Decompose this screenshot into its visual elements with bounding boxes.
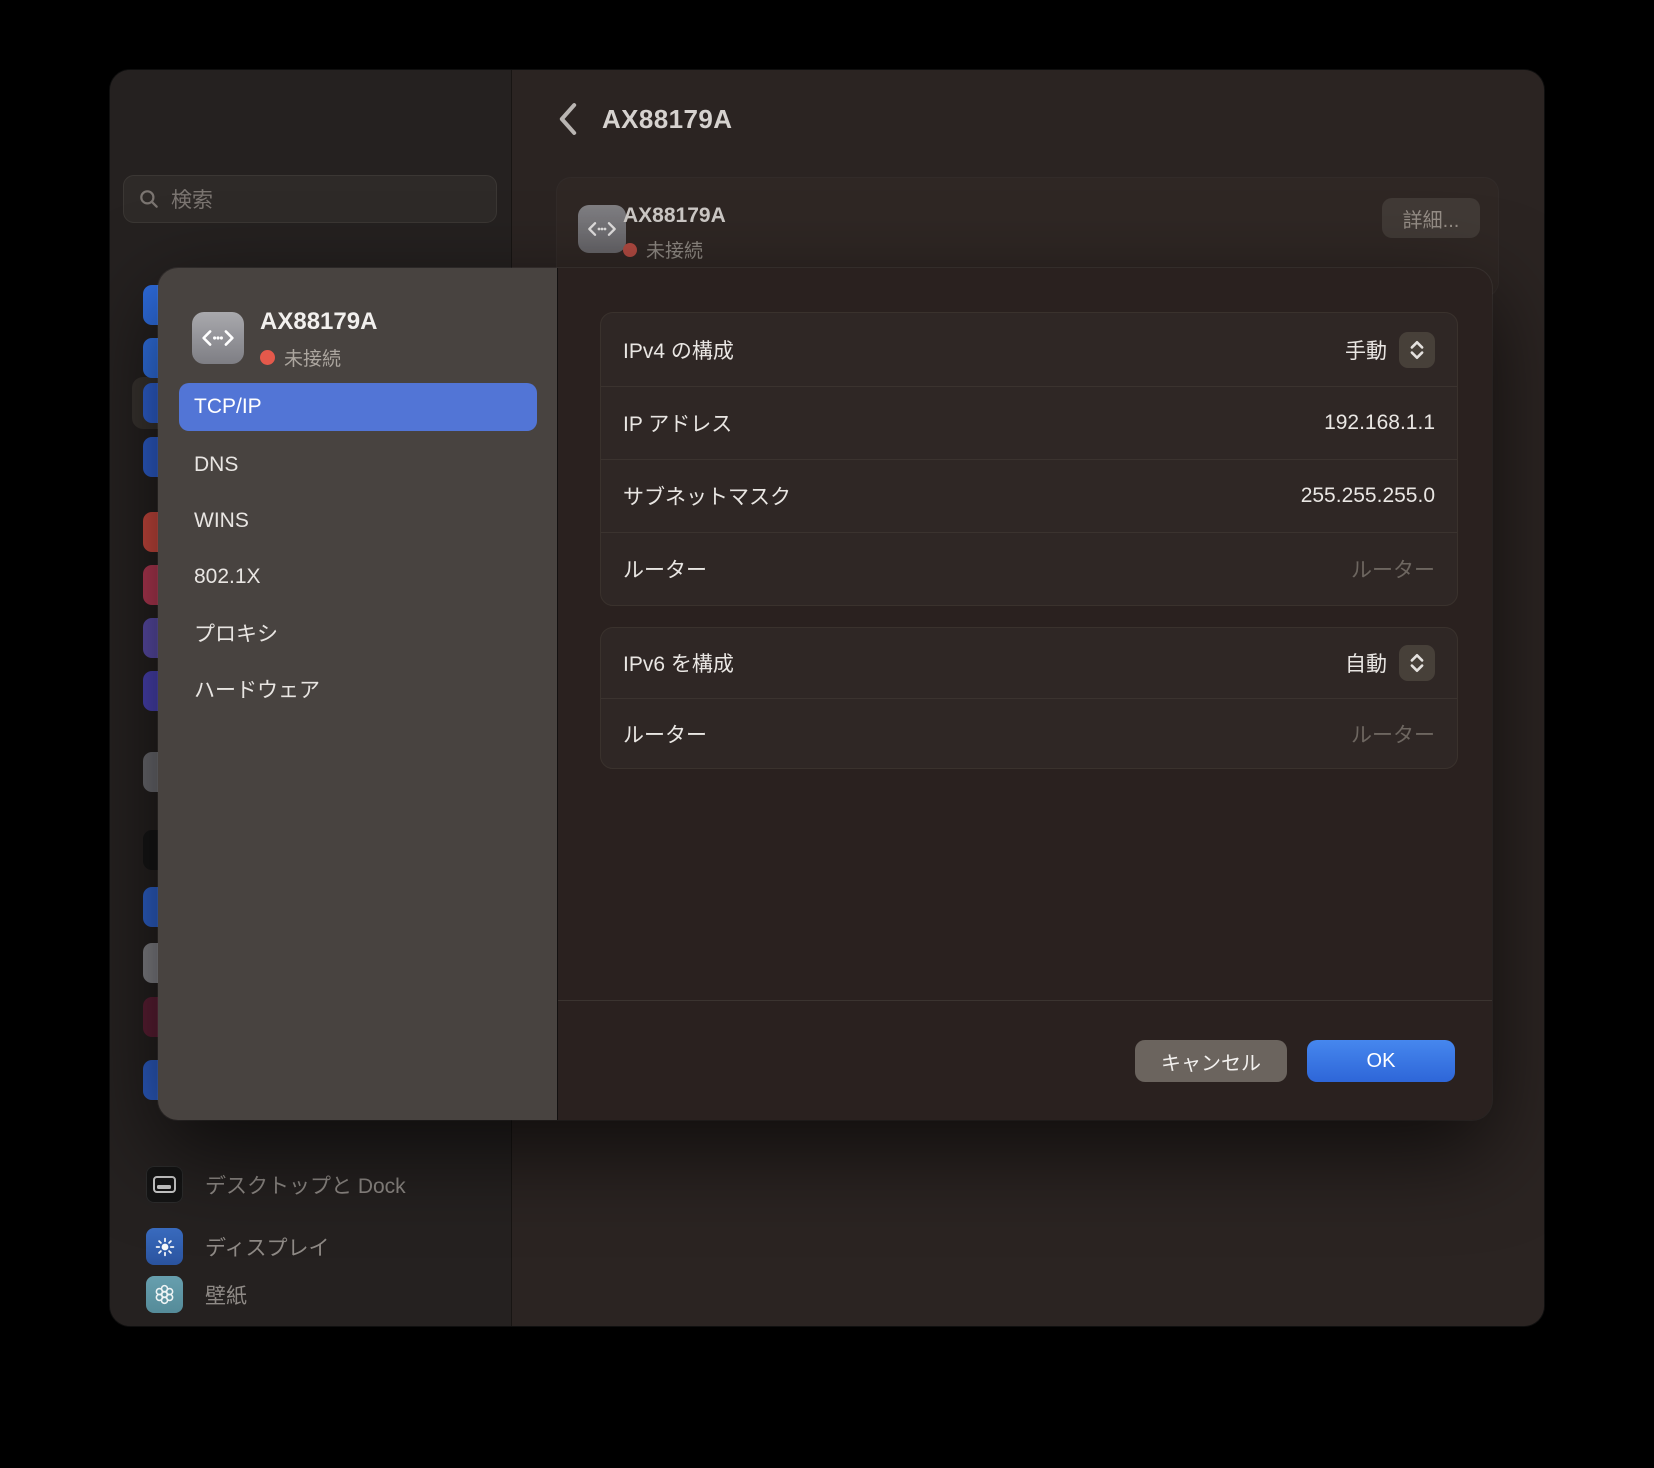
page-header: AX88179A — [556, 102, 732, 136]
sidebar-item-desktop-dock: デスクトップと Dock — [110, 1166, 511, 1203]
adapter-name: AX88179A — [260, 308, 377, 336]
sidebar-item-label: ディスプレイ — [205, 1232, 330, 1262]
footer-divider — [558, 1000, 1492, 1001]
tab-8021x[interactable]: 802.1X — [179, 553, 537, 601]
cancel-button[interactable]: キャンセル — [1135, 1040, 1287, 1082]
screen: 検索 デスクトップと Dock — [0, 0, 1654, 1468]
popup-value: 自動 — [1345, 648, 1387, 678]
sidebar-item-label: デスクトップと Dock — [205, 1170, 406, 1200]
ipv4-group: IPv4 の構成 手動 IP アドレス 192.168.1.1 — [600, 312, 1458, 606]
router-field[interactable]: ルーター — [1351, 554, 1435, 584]
ipv4-configure-row: IPv4 の構成 手動 — [601, 313, 1457, 386]
ipv6-group: IPv6 を構成 自動 ルーター ルーター — [600, 627, 1458, 769]
status-text: 未接続 — [646, 236, 703, 263]
ethernet-adapter-icon — [192, 312, 244, 364]
dialog-content: IPv4 の構成 手動 IP アドレス 192.168.1.1 — [558, 268, 1492, 1120]
tcpip-settings-dialog: AX88179A 未接続 TCP/IP DNS WINS 802.1X プロキシ… — [158, 268, 1492, 1120]
search-input: 検索 — [123, 175, 497, 223]
field-label: ルーター — [623, 719, 707, 749]
subnet-mask-field[interactable]: 255.255.255.0 — [1301, 484, 1435, 508]
ipv6-router-field[interactable]: ルーター — [1351, 719, 1435, 749]
router-row: ルーター ルーター — [601, 532, 1457, 605]
sidebar-item-display: ディスプレイ — [110, 1228, 511, 1265]
status-text: 未接続 — [284, 344, 341, 371]
field-label: サブネットマスク — [623, 481, 791, 511]
adapter-name: AX88179A — [623, 204, 726, 228]
search-placeholder: 検索 — [171, 184, 213, 214]
subnet-mask-row: サブネットマスク 255.255.255.0 — [601, 459, 1457, 532]
back-button — [556, 102, 580, 136]
ip-address-field[interactable]: 192.168.1.1 — [1324, 411, 1435, 435]
status-dot-icon — [623, 243, 637, 257]
tab-hardware[interactable]: ハードウェア — [179, 665, 537, 713]
field-label: ルーター — [623, 554, 707, 584]
page-title: AX88179A — [602, 104, 732, 135]
desktop-dock-icon — [146, 1166, 183, 1203]
sidebar-item-label: 壁紙 — [205, 1280, 247, 1310]
ip-address-row: IP アドレス 192.168.1.1 — [601, 386, 1457, 459]
status-dot-icon — [260, 350, 275, 365]
ipv6-configure-row: IPv6 を構成 自動 — [601, 628, 1457, 698]
field-label: IPv4 の構成 — [623, 335, 734, 365]
wallpaper-icon — [146, 1276, 183, 1313]
adapter-status: 未接続 — [623, 236, 703, 263]
chevron-left-icon — [556, 102, 580, 136]
ipv6-router-row: ルーター ルーター — [601, 698, 1457, 768]
ipv6-configure-popup[interactable]: 自動 — [1345, 645, 1435, 681]
popup-chevrons-icon — [1399, 332, 1435, 368]
ok-button[interactable]: OK — [1307, 1040, 1455, 1082]
adapter-status: 未接続 — [260, 344, 341, 371]
details-button: 詳細... — [1382, 198, 1480, 238]
tab-proxies[interactable]: プロキシ — [179, 609, 537, 657]
dialog-sidebar: AX88179A 未接続 TCP/IP DNS WINS 802.1X プロキシ… — [158, 268, 558, 1120]
display-icon — [146, 1228, 183, 1265]
tab-tcpip[interactable]: TCP/IP — [179, 383, 537, 431]
tab-wins[interactable]: WINS — [179, 497, 537, 545]
ipv4-configure-popup[interactable]: 手動 — [1345, 332, 1435, 368]
ethernet-adapter-icon — [578, 205, 626, 253]
search-icon — [138, 188, 160, 210]
popup-value: 手動 — [1345, 335, 1387, 365]
tab-dns[interactable]: DNS — [179, 441, 537, 489]
sidebar-item-wallpaper: 壁紙 — [110, 1276, 511, 1313]
field-label: IP アドレス — [623, 408, 732, 438]
popup-chevrons-icon — [1399, 645, 1435, 681]
field-label: IPv6 を構成 — [623, 648, 734, 678]
